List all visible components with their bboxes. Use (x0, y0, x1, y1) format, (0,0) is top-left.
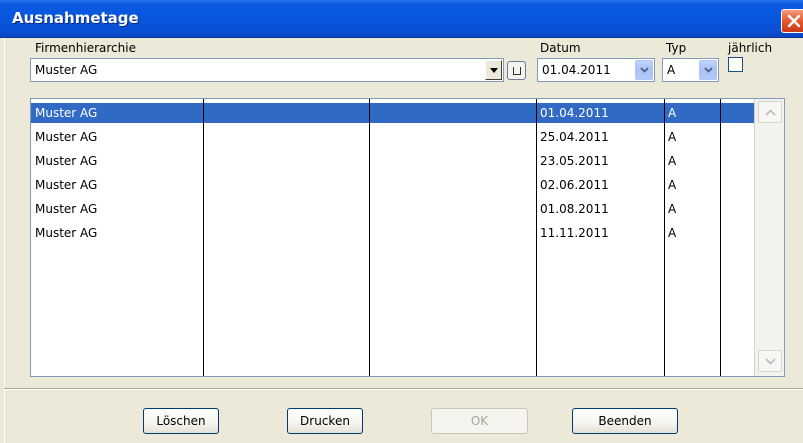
exception-days-list[interactable]: Muster AG 01.04.2011 A Muster AG 25.04.2011 A… (30, 98, 785, 377)
list-item-date: 23.05.2011 (540, 154, 609, 168)
scroll-down-button[interactable] (758, 350, 782, 372)
column-separator (536, 99, 537, 376)
column-separator (203, 99, 204, 376)
close-icon (787, 14, 801, 28)
ok-button[interactable]: OK (431, 408, 528, 434)
list-item-name: Muster AG (35, 154, 98, 168)
list-item-date: 25.04.2011 (540, 130, 609, 144)
chevron-down-icon (640, 67, 649, 73)
list-item-type: A (668, 202, 677, 216)
list-item[interactable]: Muster AG 02.06.2011 A (31, 175, 784, 195)
list-item-date: 01.08.2011 (540, 202, 609, 216)
type-select[interactable]: A (662, 58, 719, 82)
list-item[interactable]: Muster AG 23.05.2011 A (31, 151, 784, 171)
list-item[interactable]: Muster AG 11.11.2011 A (31, 223, 784, 243)
list-item-date: 01.04.2011 (540, 106, 609, 120)
close-button[interactable] (781, 9, 803, 33)
scroll-up-button[interactable] (758, 101, 782, 123)
print-button[interactable]: Drucken (287, 408, 363, 434)
browse-icon (513, 67, 521, 75)
list-item-type: A (668, 154, 677, 168)
scroll-up-icon (765, 109, 776, 116)
chevron-down-icon (704, 67, 713, 73)
hierarchy-label: Firmenhierarchie (35, 41, 136, 55)
list-item[interactable]: Muster AG 01.08.2011 A (31, 199, 784, 219)
divider (4, 388, 803, 390)
title-bar[interactable]: Ausnahmetage (0, 0, 803, 38)
type-value: A (667, 63, 676, 77)
list-item-name: Muster AG (35, 178, 98, 192)
vertical-scrollbar[interactable] (754, 99, 784, 376)
hierarchy-dropdown-button[interactable] (485, 60, 502, 80)
list-item[interactable]: Muster AG 25.04.2011 A (31, 127, 784, 147)
list-item-date: 11.11.2011 (540, 226, 609, 240)
date-value: 01.04.2011 (542, 63, 611, 77)
yearly-label: jährlich (728, 41, 773, 55)
list-item[interactable]: Muster AG 01.04.2011 A (31, 103, 754, 123)
column-separator (369, 99, 370, 376)
type-dropdown-button[interactable] (699, 60, 717, 80)
hierarchy-value: Muster AG (35, 63, 98, 77)
yearly-checkbox[interactable] (728, 57, 743, 72)
list-item-date: 02.06.2011 (540, 178, 609, 192)
date-label: Datum (540, 41, 581, 55)
window-title: Ausnahmetage (12, 9, 139, 27)
list-item-name: Muster AG (35, 130, 98, 144)
list-item-type: A (668, 106, 677, 120)
date-select[interactable]: 01.04.2011 (537, 58, 655, 82)
date-dropdown-button[interactable] (635, 60, 653, 80)
list-item-type: A (668, 130, 677, 144)
list-item-name: Muster AG (35, 202, 98, 216)
dropdown-arrow-icon (490, 68, 498, 73)
list-item-name: Muster AG (35, 106, 98, 120)
type-label: Typ (666, 41, 687, 55)
list-item-type: A (668, 178, 677, 192)
browse-button[interactable] (507, 61, 526, 80)
column-separator (720, 99, 721, 376)
list-item-name: Muster AG (35, 226, 98, 240)
list-item-type: A (668, 226, 677, 240)
delete-button[interactable]: Löschen (143, 408, 219, 434)
scroll-down-icon (765, 358, 776, 365)
close-dialog-button[interactable]: Beenden (572, 408, 678, 434)
hierarchy-combobox[interactable]: Muster AG (30, 58, 504, 82)
column-separator (664, 99, 665, 376)
